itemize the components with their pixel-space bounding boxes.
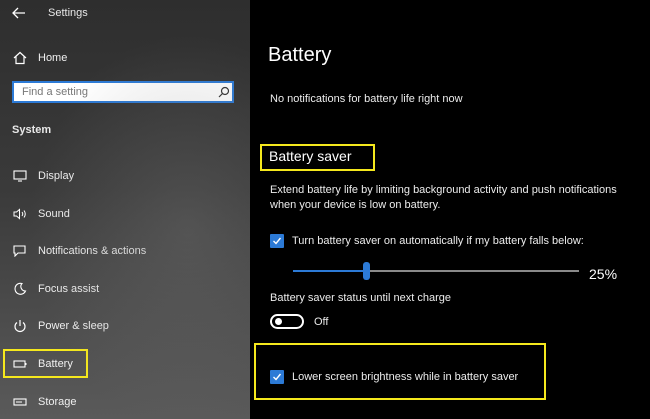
- battery-page: Battery No notifications for battery lif…: [250, 0, 650, 419]
- lower-brightness-option[interactable]: Lower screen brightness while in battery…: [270, 370, 518, 384]
- sidebar-item-focus-assist[interactable]: Focus assist: [0, 274, 250, 304]
- sidebar-item-label: Notifications & actions: [38, 245, 147, 257]
- search-icon[interactable]: [218, 86, 230, 98]
- battery-threshold-slider[interactable]: [293, 262, 579, 280]
- battery-saver-toggle[interactable]: [270, 314, 304, 329]
- sidebar-item-display[interactable]: Display: [0, 161, 250, 191]
- power-icon: [11, 319, 29, 333]
- lower-brightness-checkbox[interactable]: [270, 370, 284, 384]
- sound-icon: [11, 207, 29, 221]
- sidebar-item-storage[interactable]: Storage: [0, 387, 250, 417]
- back-arrow-icon: [12, 7, 25, 19]
- sidebar-item-sound[interactable]: Sound: [0, 199, 250, 229]
- sidebar-item-label: Home: [38, 52, 68, 64]
- sidebar-item-label: Storage: [38, 396, 77, 408]
- sidebar-item-label: Power & sleep: [38, 320, 109, 332]
- section-label: System: [12, 124, 52, 136]
- back-button[interactable]: [12, 6, 30, 22]
- sidebar-item-power-sleep[interactable]: Power & sleep: [0, 311, 250, 341]
- home-icon: [11, 51, 29, 65]
- settings-sidebar: Settings Home System Display Sound Notif…: [0, 0, 250, 419]
- page-title: Battery: [268, 44, 332, 66]
- battery-saver-description: Extend battery life by limiting backgrou…: [270, 184, 617, 211]
- checkmark-icon: [273, 373, 282, 381]
- auto-battery-saver-checkbox[interactable]: [270, 234, 284, 248]
- moon-icon: [11, 282, 29, 296]
- checkmark-icon: [273, 237, 282, 245]
- display-icon: [11, 169, 29, 183]
- battery-saver-status-label: Battery saver status until next charge: [270, 292, 451, 304]
- auto-battery-saver-label: Turn battery saver on automatically if m…: [292, 235, 584, 247]
- sidebar-item-label: Focus assist: [38, 283, 100, 295]
- battery-saver-toggle-row[interactable]: Off: [270, 314, 328, 329]
- slider-fill: [293, 270, 366, 272]
- battery-saver-heading: Battery saver: [269, 148, 352, 164]
- storage-icon: [11, 395, 29, 409]
- search-input[interactable]: [20, 85, 214, 99]
- toggle-knob: [275, 318, 282, 325]
- battery-threshold-value: 25%: [589, 266, 618, 282]
- sidebar-item-home[interactable]: Home: [0, 43, 250, 73]
- slider-thumb[interactable]: [363, 262, 370, 280]
- sidebar-item-label: Display: [38, 170, 75, 182]
- lower-brightness-label: Lower screen brightness while in battery…: [292, 371, 519, 383]
- window-title: Settings: [48, 7, 88, 19]
- notifications-icon: [11, 244, 29, 258]
- toggle-state-label: Off: [314, 315, 329, 328]
- search-box[interactable]: [12, 81, 234, 103]
- battery-highlight-box: [3, 349, 88, 378]
- sidebar-item-label: Sound: [38, 208, 70, 220]
- sidebar-item-notifications[interactable]: Notifications & actions: [0, 236, 250, 266]
- auto-battery-saver-option[interactable]: Turn battery saver on automatically if m…: [270, 234, 584, 248]
- battery-status-text: No notifications for battery life right …: [270, 93, 463, 105]
